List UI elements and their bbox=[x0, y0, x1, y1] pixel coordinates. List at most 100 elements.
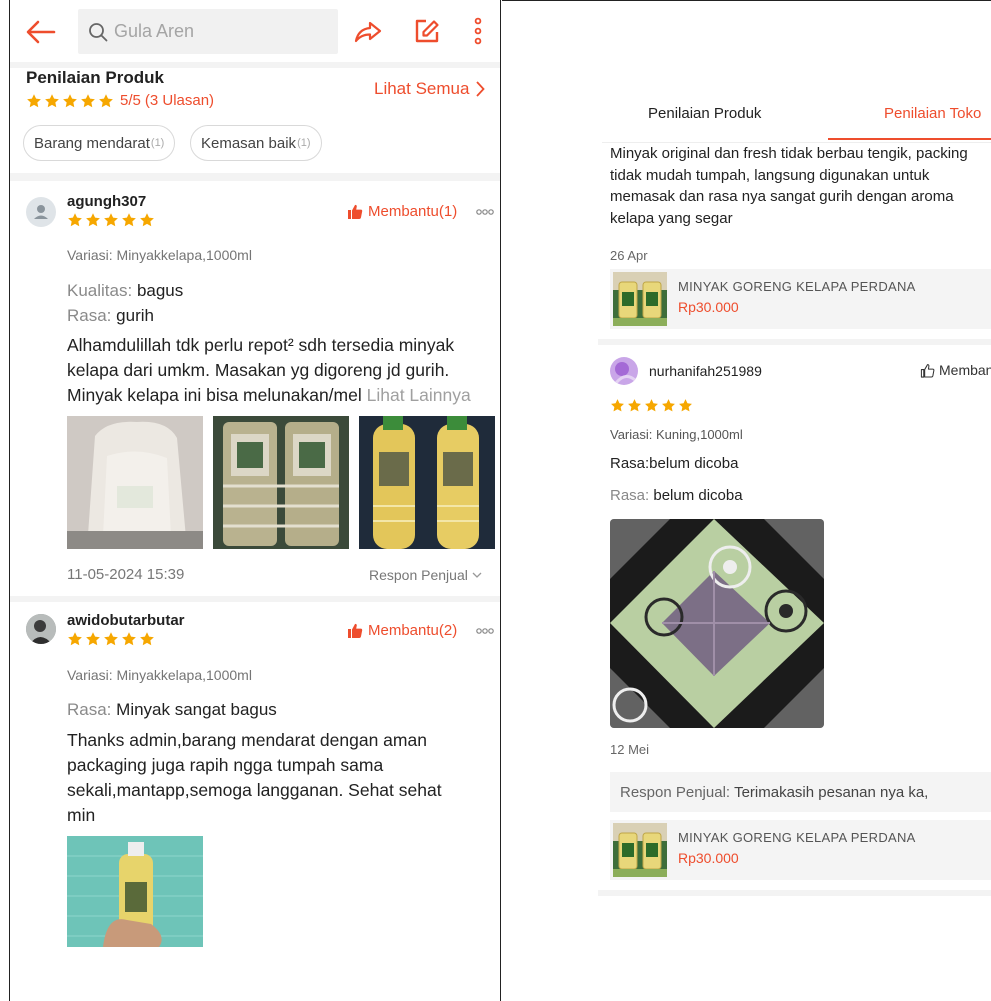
attr-value: bagus bbox=[136, 281, 184, 300]
seller-reply: Respon Penjual: Terimakasih pesanan nya … bbox=[610, 772, 991, 812]
section-title: Penilaian Produk bbox=[26, 68, 164, 87]
star-icon bbox=[644, 398, 659, 413]
reviewer-username[interactable]: nurhanifah251989 bbox=[649, 363, 762, 379]
star-icon bbox=[103, 631, 119, 647]
helpful-label: Membantu bbox=[939, 362, 991, 378]
reviewer-username[interactable]: awidobutarbutar bbox=[67, 612, 185, 629]
review-variant: Variasi: Minyakkelapa,1000ml bbox=[67, 247, 252, 263]
helpful-button[interactable]: Membantu(1) bbox=[347, 203, 457, 220]
star-icon bbox=[627, 398, 642, 413]
helpful-label: Membantu(1) bbox=[368, 203, 458, 220]
more-horizontal-icon[interactable] bbox=[476, 208, 494, 216]
shop-reviews-panel: Penilaian Produk Penilaian Toko Minyak o… bbox=[502, 0, 991, 1001]
seller-response-label: Respon Penjual bbox=[369, 567, 468, 583]
product-card[interactable]: MINYAK GORENG KELAPA PERDANA Rp30.000 bbox=[610, 820, 991, 880]
tab-shop-reviews[interactable]: Penilaian Toko bbox=[884, 105, 981, 122]
review-stars bbox=[610, 398, 693, 413]
star-icon bbox=[80, 93, 96, 109]
share-icon[interactable] bbox=[354, 20, 382, 44]
star-icon bbox=[98, 93, 114, 109]
edit-icon[interactable] bbox=[414, 18, 440, 44]
user-icon bbox=[34, 205, 48, 219]
search-icon bbox=[89, 22, 108, 41]
star-icon bbox=[26, 93, 42, 109]
avatar[interactable] bbox=[26, 614, 56, 644]
review-photo[interactable] bbox=[213, 416, 349, 549]
chip-label: Kemasan baik bbox=[201, 134, 297, 152]
filter-chip-kemasan-baik[interactable]: Kemasan baik (1) bbox=[190, 125, 322, 161]
attr-key: Rasa: bbox=[610, 487, 650, 504]
chip-label: Barang mendarat bbox=[34, 134, 150, 152]
divider bbox=[598, 339, 991, 345]
helpful-button[interactable]: Membantu(2) bbox=[347, 622, 457, 639]
review-attribute: Rasa: Minyak sangat bagus bbox=[67, 700, 277, 720]
more-vertical-icon[interactable] bbox=[471, 16, 485, 46]
helpful-button[interactable]: Membantu bbox=[920, 362, 991, 378]
review-photo[interactable] bbox=[359, 416, 495, 549]
product-thumbnail bbox=[613, 823, 667, 877]
review-attribute: Rasa: belum dicoba bbox=[610, 487, 743, 504]
star-icon bbox=[103, 212, 119, 228]
product-card[interactable]: MINYAK GORENG KELAPA PERDANA Rp30.000 bbox=[610, 269, 991, 329]
divider bbox=[10, 596, 500, 602]
attr-value: Minyak sangat bagus bbox=[116, 700, 277, 719]
review-photo[interactable] bbox=[67, 836, 203, 947]
photo-wrapped-bottles bbox=[213, 416, 349, 549]
photo-oil-bottles bbox=[359, 416, 495, 549]
star-icon bbox=[678, 398, 693, 413]
tab-product-reviews[interactable]: Penilaian Produk bbox=[648, 105, 761, 122]
product-thumbnail bbox=[613, 272, 667, 326]
photo-package bbox=[67, 416, 203, 549]
product-reviews-panel: Penilaian Produk 5/5 (3 Ulasan) Lihat Se… bbox=[9, 0, 501, 1001]
review-line: memasak dan rasa nya sangat gurih dengan… bbox=[610, 188, 954, 205]
product-name: MINYAK GORENG KELAPA PERDANA bbox=[678, 830, 916, 845]
review-attribute: Rasa: gurih bbox=[67, 306, 154, 326]
review-date: 26 Apr bbox=[610, 248, 648, 263]
avatar[interactable] bbox=[610, 357, 638, 385]
helpful-label: Membantu(2) bbox=[368, 622, 458, 639]
review-text: Alhamdulillah tdk perlu repot² sdh terse… bbox=[67, 333, 499, 408]
product-name: MINYAK GORENG KELAPA PERDANA bbox=[678, 279, 916, 294]
rating-count: (3 Ulasan) bbox=[144, 92, 215, 109]
review-photo[interactable] bbox=[610, 519, 824, 728]
review-variant: Variasi: Kuning,1000ml bbox=[610, 427, 743, 442]
more-horizontal-icon[interactable] bbox=[476, 627, 494, 635]
chevron-right-icon bbox=[476, 81, 486, 97]
star-icon bbox=[139, 631, 155, 647]
divider bbox=[10, 173, 500, 181]
review-date: 12 Mei bbox=[610, 742, 650, 757]
active-tab-indicator bbox=[828, 138, 991, 140]
thumbs-up-icon bbox=[347, 623, 363, 638]
seller-response-toggle[interactable]: Respon Penjual bbox=[369, 567, 482, 583]
review-line: Rasa:belum dicoba bbox=[610, 455, 739, 472]
review-line: min bbox=[67, 805, 96, 825]
review-text: Thanks admin,barang mendarat dengan aman… bbox=[67, 728, 499, 828]
see-more-link[interactable]: Lihat Lainnya bbox=[367, 385, 471, 405]
review-line-text: Minyak kelapa ini bisa melunakan/mel bbox=[67, 385, 362, 405]
search-bar[interactable] bbox=[78, 9, 338, 54]
review-line: Alhamdulillah tdk perlu repot² sdh terse… bbox=[67, 335, 455, 355]
avatar[interactable] bbox=[26, 197, 56, 227]
reviewer-username[interactable]: agungh307 bbox=[67, 193, 146, 210]
star-icon bbox=[67, 631, 83, 647]
attr-value: gurih bbox=[116, 306, 154, 325]
top-bar bbox=[10, 0, 500, 62]
review-line: kelapa yang segar bbox=[610, 209, 733, 227]
review-stars bbox=[67, 212, 155, 228]
see-all-label: Lihat Semua bbox=[374, 79, 470, 98]
search-input[interactable] bbox=[114, 21, 314, 42]
star-icon bbox=[85, 212, 101, 228]
star-icon bbox=[661, 398, 676, 413]
star-icon bbox=[610, 398, 625, 413]
chevron-down-icon bbox=[472, 572, 482, 578]
see-all-link[interactable]: Lihat Semua bbox=[374, 79, 486, 99]
review-date: 11-05-2024 15:39 bbox=[67, 566, 185, 583]
filter-chip-barang-mendarat[interactable]: Barang mendarat (1) bbox=[23, 125, 176, 161]
back-arrow-icon[interactable] bbox=[26, 20, 56, 44]
photo-carpet-pattern bbox=[610, 519, 824, 728]
review-photo[interactable] bbox=[67, 416, 203, 549]
review-attribute: Kualitas: bagus bbox=[67, 281, 183, 301]
review-text: Minyak original dan fresh tidak berbau t… bbox=[610, 143, 968, 229]
star-icon bbox=[85, 631, 101, 647]
star-icon bbox=[62, 93, 78, 109]
